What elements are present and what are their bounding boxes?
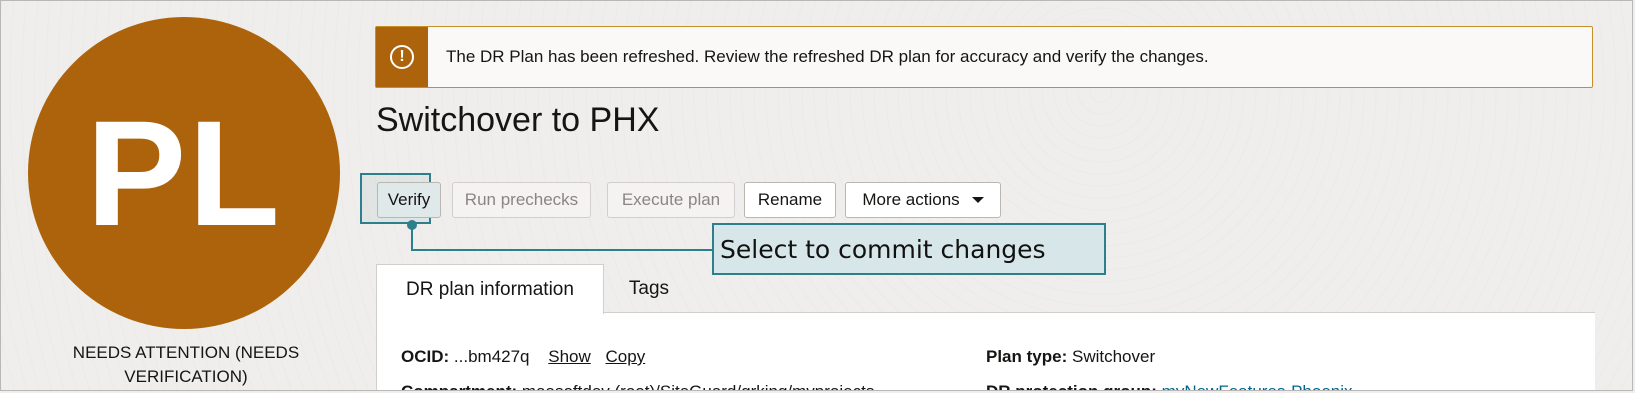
plan-type-value: Switchover [1071, 347, 1156, 366]
exclamation-circle-icon: ! [390, 45, 414, 69]
tab-dr-plan-information[interactable]: DR plan information [376, 264, 604, 314]
copy-ocid-link[interactable]: Copy [606, 347, 646, 366]
alert-icon-container: ! [376, 27, 428, 87]
more-actions-label: More actions [862, 190, 960, 209]
ocid-value: ...bm427q [453, 347, 530, 366]
ocid-label: OCID: [401, 347, 450, 366]
plan-type-label: Plan type: [986, 347, 1068, 366]
execute-plan-button[interactable]: Execute plan [607, 182, 735, 218]
show-ocid-link[interactable]: Show [548, 347, 591, 366]
refresh-alert-banner: ! The DR Plan has been refreshed. Review… [375, 26, 1593, 88]
rename-button[interactable]: Rename [744, 182, 836, 218]
run-prechecks-button[interactable]: Run prechecks [452, 182, 591, 218]
callout-text: Select to commit changes [720, 234, 1046, 264]
compartment-row: Compartment: maasoftdev (root)/SiteGuard… [401, 382, 874, 390]
ocid-row: OCID: ...bm427q Show Copy [401, 347, 645, 367]
status-label: NEEDS ATTENTION (NEEDS VERIFICATION) [72, 343, 300, 386]
protection-group-link[interactable]: myNewFeatures-Phoenix [1162, 382, 1353, 390]
plan-avatar: PL [28, 17, 340, 329]
plan-type-row: Plan type: Switchover [986, 347, 1155, 367]
alert-message: The DR Plan has been refreshed. Review t… [446, 47, 1209, 66]
page-title: Switchover to PHX [376, 101, 660, 139]
compartment-value: maasoftdev (root)/SiteGuard/grking/mypro… [522, 382, 874, 390]
compartment-label: Compartment: [401, 382, 517, 390]
more-actions-button[interactable]: More actions [845, 182, 1001, 218]
callout-connector-horizontal [411, 249, 713, 251]
protection-group-label: DR protection group: [986, 382, 1157, 390]
protection-group-row: DR protection group: myNewFeatures-Phoen… [986, 382, 1353, 390]
tab-tags[interactable]: Tags [613, 264, 685, 313]
callout-connector [411, 225, 413, 251]
avatar-initials: PL [86, 88, 282, 257]
caret-down-icon [971, 197, 984, 203]
page-frame: PL NEEDS ATTENTION (NEEDS VERIFICATION) … [0, 0, 1633, 391]
callout-annotation: Select to commit changes [712, 223, 1106, 275]
verify-button[interactable]: Verify [377, 182, 441, 218]
